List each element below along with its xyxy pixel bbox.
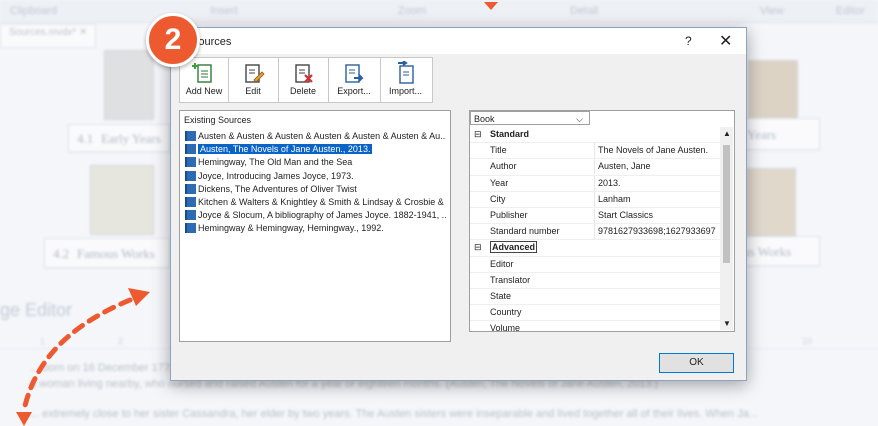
property-row[interactable]: Year 2013. (470, 175, 720, 192)
step-badge: 2 (146, 13, 200, 67)
edit-icon (245, 64, 265, 83)
scroll-down-icon[interactable]: ▼ (723, 319, 731, 328)
import-label: Import... (388, 86, 422, 96)
list-item[interactable]: Joyce, Introducing James Joyce, 1973. (184, 170, 446, 182)
category-advanced[interactable]: ⊟ Advanced (470, 240, 720, 257)
property-row[interactable]: Country (470, 305, 720, 322)
sources-toolbar: Add New Edit Delete Export... Import... (179, 57, 433, 103)
category-label: Advanced (490, 241, 538, 254)
property-key: Editor (490, 258, 514, 269)
book-icon (185, 210, 196, 221)
property-key: Country (490, 307, 522, 318)
scroll-thumb[interactable] (723, 145, 730, 263)
dashed-arrow-curve (21, 297, 133, 413)
add-new-button[interactable]: Add New (180, 58, 229, 102)
book-icon (185, 144, 196, 155)
property-key: Standard number (490, 226, 560, 237)
edit-button[interactable]: Edit (228, 58, 279, 102)
existing-sources-label: Existing Sources (184, 115, 252, 125)
ok-button[interactable]: OK (659, 353, 734, 373)
list-item[interactable]: Kitchen & Walters & Knightley & Smith & … (184, 196, 446, 208)
add-new-icon (192, 63, 212, 83)
source-text: Joyce & Slocum, A bibliography of James … (198, 210, 446, 221)
property-value[interactable]: 2013. (594, 175, 724, 191)
list-item[interactable]: Hemingway, The Old Man and the Sea (184, 156, 446, 168)
export-button[interactable]: Export... (328, 58, 381, 102)
property-grid: ⊟ Standard Title The Novels of Jane Austen… (470, 127, 720, 332)
book-icon (185, 223, 196, 234)
source-text: Hemingway, The Old Man and the Sea (198, 157, 353, 168)
property-key: Publisher (490, 209, 528, 220)
source-text: Dickens, The Adventures of Oliver Twist (198, 183, 357, 194)
property-value[interactable]: The Novels of Jane Austen. (594, 143, 724, 159)
source-text: Hemingway & Hemingway, Hemingway., 1992. (198, 223, 384, 234)
property-value[interactable]: 9781627933698;1627933697 (594, 224, 724, 240)
property-row[interactable]: Volume (470, 321, 720, 332)
property-row[interactable]: Editor (470, 257, 720, 273)
property-key: Title (490, 145, 507, 156)
delete-button[interactable]: Delete (278, 58, 329, 102)
property-row[interactable]: State (470, 289, 720, 306)
property-value[interactable]: Lanham (594, 191, 724, 207)
property-key: Volume (490, 323, 521, 332)
category-label: Standard (490, 129, 530, 139)
chevron-down-icon: ⌵ (576, 114, 583, 124)
existing-sources-pane: Existing Sources Austen & Austen & Auste… (179, 110, 451, 342)
properties-scrollbar[interactable]: ▲ ▼ (720, 127, 733, 330)
arrow-head-ribbon (484, 2, 498, 10)
category-standard[interactable]: ⊟ Standard (470, 127, 720, 144)
add-new-label: Add New (185, 86, 223, 96)
book-icon (185, 196, 196, 207)
property-value[interactable]: Austen, Jane (594, 159, 724, 175)
sources-list: Austen & Austen & Austen & Austen & Aust… (184, 130, 446, 236)
source-text: Austen & Austen & Austen & Austen & Aust… (198, 131, 446, 141)
property-key: City (490, 193, 506, 204)
source-text: Joyce, Introducing James Joyce, 1973. (198, 170, 354, 181)
list-item[interactable]: Dickens, The Adventures of Oliver Twist (184, 183, 446, 195)
properties-pane: Book ⌵ ⊟ Standard Title The Novels of Jane… (469, 110, 735, 332)
property-row[interactable]: City Lanham (470, 191, 720, 208)
arrow-head-top (128, 288, 150, 306)
property-row[interactable]: Publisher Start Classics (470, 207, 720, 225)
property-key: Translator (490, 274, 531, 285)
book-icon (185, 170, 196, 181)
book-icon (185, 131, 196, 141)
import-button[interactable]: Import... (380, 58, 431, 102)
property-row[interactable]: Translator (470, 273, 720, 289)
book-icon (185, 183, 196, 194)
delete-label: Delete (289, 86, 316, 96)
property-row[interactable]: Standard number 9781627933698;1627933697 (470, 224, 720, 241)
arrow-head-bottom (16, 412, 32, 426)
export-icon (345, 64, 364, 83)
list-item[interactable]: Austen, The Novels of Jane Austen., 2013… (184, 143, 446, 155)
dialog-titlebar: Sources ? ✕ (171, 28, 746, 54)
collapse-icon[interactable]: ⊟ (474, 127, 482, 142)
delete-icon (295, 64, 313, 83)
help-button[interactable]: ? (685, 34, 692, 48)
list-item[interactable]: Joyce & Slocum, A bibliography of James … (184, 209, 446, 221)
property-key: Year (490, 177, 509, 188)
list-item[interactable]: Hemingway & Hemingway, Hemingway., 1992. (184, 222, 446, 234)
source-text: Austen, The Novels of Jane Austen., 2013… (198, 144, 373, 155)
source-type-value: Book (474, 114, 495, 124)
property-row[interactable]: Author Austen, Jane (470, 159, 720, 176)
sources-dialog: Sources ? ✕ Add New Edit Delete Export..… (170, 27, 747, 381)
export-label: Export... (337, 86, 371, 96)
category-label-wrap: Advanced (490, 240, 590, 255)
close-button[interactable]: ✕ (719, 31, 732, 51)
source-text: Kitchen & Walters & Knightley & Smith & … (198, 196, 446, 207)
property-value[interactable]: Start Classics (594, 207, 724, 223)
edit-label: Edit (245, 86, 261, 96)
source-type-select[interactable]: Book ⌵ (470, 111, 590, 125)
property-key: State (490, 290, 512, 301)
import-icon (397, 61, 414, 84)
collapse-icon[interactable]: ⊟ (474, 240, 482, 255)
property-row[interactable]: Title The Novels of Jane Austen. (470, 143, 720, 160)
scroll-up-icon[interactable]: ▲ (723, 129, 731, 138)
property-key: Author (490, 161, 517, 172)
book-icon (185, 157, 196, 168)
list-item[interactable]: Austen & Austen & Austen & Austen & Aust… (184, 130, 446, 142)
